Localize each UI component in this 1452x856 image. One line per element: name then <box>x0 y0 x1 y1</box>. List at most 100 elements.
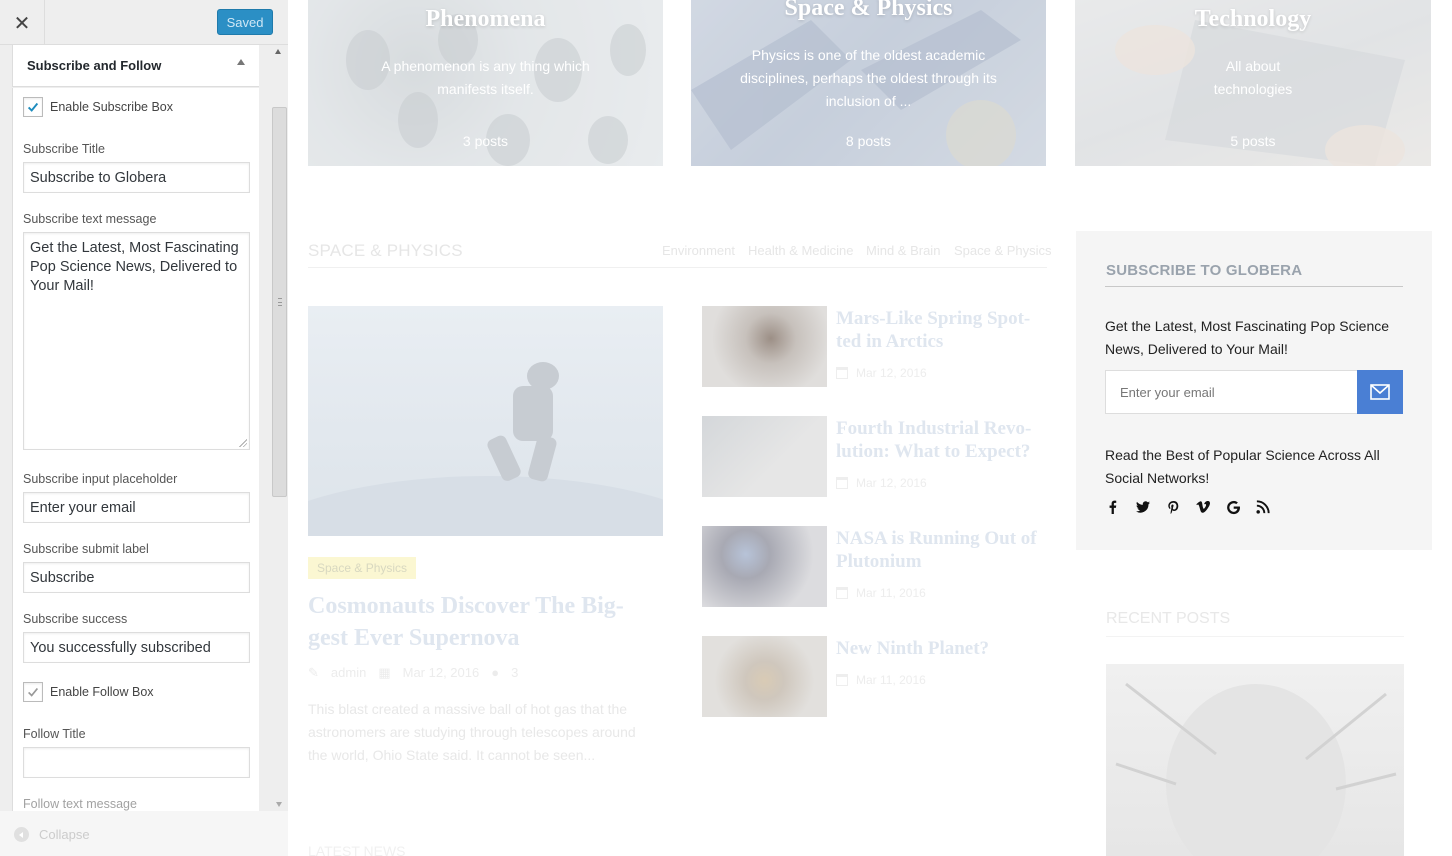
enable-subscribe-label: Enable Subscribe Box <box>50 100 173 114</box>
facebook-icon[interactable] <box>1105 499 1121 515</box>
close-button[interactable]: ✕ <box>0 0 45 45</box>
twitter-icon[interactable] <box>1135 499 1151 515</box>
subscribe-widget: SUBSCRIBE TO GLOBERA Get the Latest, Mos… <box>1076 231 1432 550</box>
category-title[interactable]: Phenomena <box>308 6 663 33</box>
calendar-icon <box>836 587 848 599</box>
collapse-icon <box>14 827 29 842</box>
tab-space-physics[interactable]: Space & Physics <box>954 243 1052 258</box>
scroll-down-icon[interactable] <box>276 802 282 807</box>
post-thumbnail[interactable] <box>702 306 827 387</box>
enable-follow-row: Enable Follow Box <box>23 682 154 702</box>
checkmark-icon <box>27 102 39 112</box>
close-icon: ✕ <box>13 10 31 35</box>
post-title[interactable]: Fourth Industrial Revo-lution: What to E… <box>836 417 1051 463</box>
post-title[interactable]: New Ninth Planet? <box>836 637 1051 660</box>
post-title[interactable]: NASA is Running Out of Plutonium <box>836 527 1051 573</box>
checkmark-icon <box>28 687 39 697</box>
recent-post-image[interactable] <box>1106 664 1404 856</box>
enable-subscribe-checkbox[interactable] <box>23 97 43 117</box>
category-post-count: 8 posts <box>845 133 892 149</box>
divider <box>1106 636 1404 637</box>
collapse-label: Collapse <box>39 827 90 842</box>
featured-post-title[interactable]: Cosmonauts Discover The Big-gest Ever Su… <box>308 590 658 654</box>
collapse-button[interactable]: Collapse <box>0 811 288 856</box>
comment-count[interactable]: 3 <box>511 665 518 681</box>
panel-scroll-area: Subscribe and Follow Enable Subscribe Bo… <box>12 45 259 811</box>
follow-title-input[interactable] <box>23 747 250 778</box>
post-date-row: Mar 11, 2016 <box>836 586 926 600</box>
social-links <box>1105 499 1271 515</box>
vimeo-icon[interactable] <box>1195 499 1211 515</box>
post-author[interactable]: admin <box>331 665 366 681</box>
section-body: Enable Subscribe Box Subscribe Title Sub… <box>12 88 259 811</box>
placeholder-label: Subscribe input placeholder <box>23 472 178 486</box>
follow-text-label: Follow text message <box>23 797 137 811</box>
resize-grip-icon[interactable] <box>239 439 247 447</box>
subscribe-text-value: Get the Latest, Most Fascinating Pop Sci… <box>30 240 239 294</box>
scroll-up-icon[interactable] <box>275 49 281 54</box>
post-thumbnail[interactable] <box>702 636 827 717</box>
subscribe-text-textarea[interactable]: Get the Latest, Most Fascinating Pop Sci… <box>23 232 250 450</box>
subscribe-submit-button[interactable] <box>1357 370 1403 414</box>
category-title[interactable]: Technology <box>1075 6 1431 33</box>
panel-scrollbar[interactable] <box>271 45 288 811</box>
category-title[interactable]: Space & Physics <box>691 0 1046 22</box>
email-input[interactable]: Enter your email <box>1105 370 1357 414</box>
category-description: All about technologies <box>1213 58 1293 97</box>
subscribe-title-input[interactable]: Subscribe to Globera <box>23 162 250 193</box>
post-thumbnail[interactable] <box>702 416 827 497</box>
subscribe-text-label: Subscribe text message <box>23 212 157 226</box>
tab-environment[interactable]: Environment <box>662 243 735 258</box>
placeholder-input[interactable]: Enter your email <box>23 492 250 523</box>
section-title: Subscribe and Follow <box>27 58 162 73</box>
featured-post-image[interactable] <box>288 306 748 656</box>
section-header[interactable]: Subscribe and Follow <box>12 45 259 87</box>
site-preview: Phenomena A phenomenon is any thing whic… <box>288 0 1452 856</box>
pencil-icon: ✎ <box>308 665 319 680</box>
follow-title-label: Follow Title <box>23 727 86 741</box>
post-title[interactable]: Mars-Like Spring Spot-ted in Arctics <box>836 307 1051 353</box>
post-date: Mar 11, 2016 <box>856 673 926 687</box>
category-card-phenomena[interactable]: Phenomena A phenomenon is any thing whic… <box>308 0 663 166</box>
enable-follow-checkbox[interactable] <box>23 682 43 702</box>
comment-icon: ● <box>491 665 500 680</box>
post-date-row: Mar 12, 2016 <box>836 476 927 490</box>
category-card-space-physics[interactable]: Space & Physics Physics is one of the ol… <box>691 0 1046 166</box>
featured-post-meta: ✎ admin ▦ Mar 12, 2016 ● 3 <box>308 665 518 681</box>
widget-subscribe-text: Get the Latest, Most Fascinating Pop Sci… <box>1105 318 1390 357</box>
astronaut-image <box>288 362 748 656</box>
rss-icon[interactable] <box>1255 499 1271 515</box>
post-date-row: Mar 12, 2016 <box>836 366 927 380</box>
calendar-icon: ▦ <box>378 665 391 680</box>
envelope-icon <box>1370 384 1390 400</box>
tab-health-medicine[interactable]: Health & Medicine <box>748 243 854 258</box>
panel-header: ✕ Saved <box>0 0 288 45</box>
subscribe-title-label: Subscribe Title <box>23 142 105 156</box>
recent-posts-title: RECENT POSTS <box>1106 610 1231 627</box>
success-label: Subscribe success <box>23 612 128 626</box>
customizer-panel: ✕ Saved Subscribe and Follow Enable Subs… <box>0 0 288 856</box>
scroll-thumb[interactable] <box>272 107 287 497</box>
enable-follow-label: Enable Follow Box <box>50 685 154 699</box>
calendar-icon <box>836 477 848 489</box>
post-thumbnail[interactable] <box>702 526 827 607</box>
brain-image <box>1115 682 1397 856</box>
submit-label-input[interactable]: Subscribe <box>23 562 250 593</box>
featured-post-category-tag[interactable]: Space & Physics <box>308 557 417 579</box>
section-heading: LATEST NEWS <box>308 843 406 856</box>
category-description: Physics is one of the oldest academic di… <box>740 47 997 109</box>
calendar-icon <box>836 367 848 379</box>
widget-follow-text: Read the Best of Popular Science Across … <box>1105 447 1380 486</box>
success-input[interactable]: You successfully subscribed <box>23 632 250 663</box>
pinterest-icon[interactable] <box>1165 499 1181 515</box>
tab-mind-brain[interactable]: Mind & Brain <box>866 243 940 258</box>
google-icon[interactable] <box>1225 499 1241 515</box>
category-post-count: 5 posts <box>1230 133 1276 149</box>
section-heading: SPACE & PHYSICS <box>308 241 463 260</box>
widget-title: SUBSCRIBE TO GLOBERA <box>1106 262 1303 279</box>
category-post-count: 3 posts <box>462 133 509 149</box>
collapse-arrow-icon[interactable] <box>237 59 245 65</box>
saved-button[interactable]: Saved <box>217 9 273 35</box>
category-card-technology[interactable]: Technology All about technologies 5 post… <box>1075 0 1431 166</box>
featured-post-excerpt: This blast created a massive ball of hot… <box>308 701 636 763</box>
